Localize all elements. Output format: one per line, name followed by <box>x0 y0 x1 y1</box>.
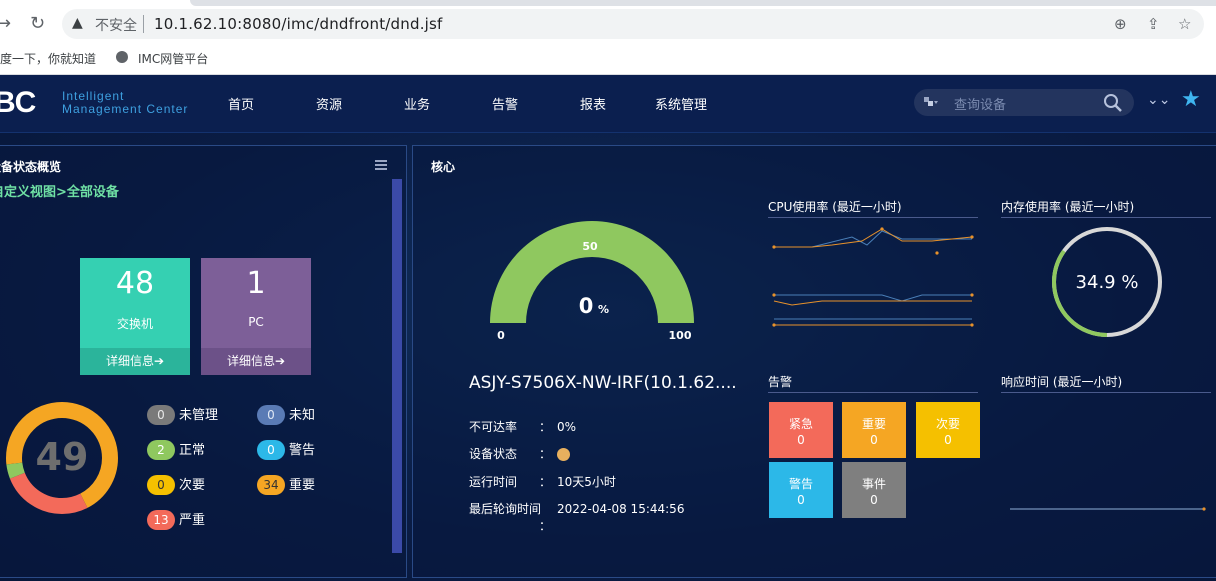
cpu-markers <box>772 227 974 255</box>
menu-reports[interactable]: 报表 <box>580 94 606 113</box>
core-title: 核心 <box>431 160 456 174</box>
row-value: 2022-04-08 15:44:56 <box>557 502 685 516</box>
device-name[interactable]: ASJY-S7506X-NW-IRF(10.1.62.... <box>469 373 737 393</box>
device-search[interactable]: 查询设备 <box>914 89 1134 116</box>
uptime-row: 运行时间： 10天5小时 <box>469 473 616 490</box>
address-bar[interactable]: ▲ 不安全 10.1.62.10:8080/imc/dndfront/dnd.j… <box>62 9 1204 39</box>
switch-count: 48 <box>115 266 155 301</box>
gauge-mid-label: 50 <box>582 240 598 253</box>
menu-icon[interactable] <box>375 160 387 170</box>
memory-value: 34.9 % <box>1076 272 1139 293</box>
alarm-minor[interactable]: 次要 0 <box>916 402 980 458</box>
alarm-event[interactable]: 事件 0 <box>842 462 906 518</box>
row-key: 最后轮询时间： <box>469 502 551 533</box>
scrollbar[interactable] <box>392 179 402 553</box>
cpu-line-orange <box>774 228 973 248</box>
status-normal[interactable]: 2 正常 <box>147 439 205 460</box>
row-key: 运行时间： <box>469 475 551 489</box>
bookmark-star-icon[interactable]: ☆ <box>1178 15 1191 33</box>
switch-detail-link[interactable]: 详细信息➔ <box>80 348 190 375</box>
view-link[interactable]: 自定义视图>全部设备 <box>0 181 119 200</box>
bookmark-baidu[interactable]: 百度一下，你就知道 <box>0 50 96 67</box>
cpu-line-orange-2 <box>773 300 972 306</box>
unreachable-rate-row: 不可达率： 0% <box>469 418 576 435</box>
row-value: 10天5小时 <box>557 475 616 489</box>
bookmark-imc[interactable]: IMC网管平台 <box>138 50 208 67</box>
gauge-max-label: 100 <box>669 329 692 342</box>
device-status-row: 设备状态： <box>469 445 570 462</box>
reload-icon[interactable]: ↻ <box>30 14 45 34</box>
logo-line1: Intelligent <box>62 89 125 103</box>
back-arrow-icon[interactable]: → <box>0 14 11 34</box>
menu-resources[interactable]: 资源 <box>316 94 342 113</box>
logo-mark: BC <box>0 86 36 119</box>
status-unknown[interactable]: 0 未知 <box>257 404 315 425</box>
globe-icon <box>116 51 128 63</box>
gauge-min-label: 0 <box>497 329 505 342</box>
pc-count: 1 <box>246 266 266 301</box>
url-text[interactable]: 10.1.62.10:8080/imc/dndfront/dnd.jsf <box>154 15 443 33</box>
response-time-line <box>1010 507 1206 511</box>
menu-alarms[interactable]: 告警 <box>492 94 518 113</box>
menu-services[interactable]: 业务 <box>404 94 430 113</box>
device-type-icon[interactable] <box>924 96 938 108</box>
bookmarks-bar: 百度一下，你就知道 IMC网管平台 <box>0 43 1216 75</box>
status-warning[interactable]: 0 警告 <box>257 439 315 460</box>
pc-detail-link[interactable]: 详细信息➔ <box>201 348 311 375</box>
alarm-major[interactable]: 重要 0 <box>842 402 906 458</box>
tab-strip <box>190 0 1216 6</box>
alarm-warning[interactable]: 警告 0 <box>769 462 833 518</box>
status-major[interactable]: 34 重要 <box>257 474 315 495</box>
memory-usage-title: 内存使用率 (最近一小时) <box>1001 198 1211 218</box>
last-poll-row: 最后轮询时间： 2022-04-08 15:44:56 <box>469 500 684 534</box>
dashboard: 设备状态概览 自定义视图>全部设备 48 交换机 详细信息➔ 1 PC 详细信息… <box>0 133 1216 581</box>
row-key: 不可达率： <box>469 420 551 434</box>
favorite-star-icon[interactable]: ★ <box>1181 87 1201 112</box>
chevron-double-down-icon[interactable]: ⌄⌄ <box>1147 92 1170 108</box>
pc-label: PC <box>248 315 264 329</box>
app-header: BC Intelligent Management Center 首页 资源 业… <box>0 75 1216 133</box>
cpu-line-blue <box>774 230 972 248</box>
cpu-usage-title: CPU使用率 (最近一小时) <box>768 198 978 218</box>
browser-toolbar: → ↻ ▲ 不安全 10.1.62.10:8080/imc/dndfront/d… <box>0 0 1216 43</box>
menu-home[interactable]: 首页 <box>228 94 254 113</box>
donut-total: 49 <box>36 435 89 479</box>
response-time-title: 响应时间 (最近一小时) <box>1001 373 1211 393</box>
memory-ring: 34.9 % <box>1052 227 1162 337</box>
address-separator <box>143 15 144 33</box>
row-value: 0% <box>557 420 577 434</box>
status-donut: 49 <box>6 402 118 514</box>
cpu-markers-2 <box>772 293 974 327</box>
row-key: 设备状态： <box>469 447 551 461</box>
share-icon[interactable]: ⇪ <box>1147 15 1160 33</box>
status-dot-icon <box>557 448 570 461</box>
warning-triangle-icon: ▲ <box>72 15 83 31</box>
status-unmanaged[interactable]: 0 未管理 <box>147 404 218 425</box>
cpu-line-blue-2 <box>774 294 972 302</box>
switch-tile[interactable]: 48 交换机 详细信息➔ <box>80 258 190 375</box>
insecure-label: 不安全 <box>95 18 137 34</box>
search-placeholder[interactable]: 查询设备 <box>954 94 1006 113</box>
status-critical[interactable]: 13 严重 <box>147 509 205 530</box>
alarm-critical[interactable]: 紧急 0 <box>769 402 833 458</box>
search-icon[interactable] <box>1102 92 1124 114</box>
response-marker <box>1202 507 1206 511</box>
alarm-title: 告警 <box>768 373 978 393</box>
switch-label: 交换机 <box>116 317 153 331</box>
zoom-icon[interactable]: ⊕ <box>1114 15 1127 33</box>
gauge-value: 0 <box>579 294 594 318</box>
logo-line2: Management Center <box>62 102 189 116</box>
reachability-gauge: 50 0 100 0 % <box>490 221 694 342</box>
overview-title: 设备状态概览 <box>0 160 62 174</box>
cpu-sparklines <box>772 227 974 327</box>
pc-tile[interactable]: 1 PC 详细信息➔ <box>201 258 311 375</box>
gauge-unit: % <box>598 303 609 316</box>
device-overview-panel: 设备状态概览 自定义视图>全部设备 48 交换机 详细信息➔ 1 PC 详细信息… <box>0 145 407 578</box>
menu-system[interactable]: 系统管理 <box>655 94 707 113</box>
status-minor[interactable]: 0 次要 <box>147 474 205 495</box>
